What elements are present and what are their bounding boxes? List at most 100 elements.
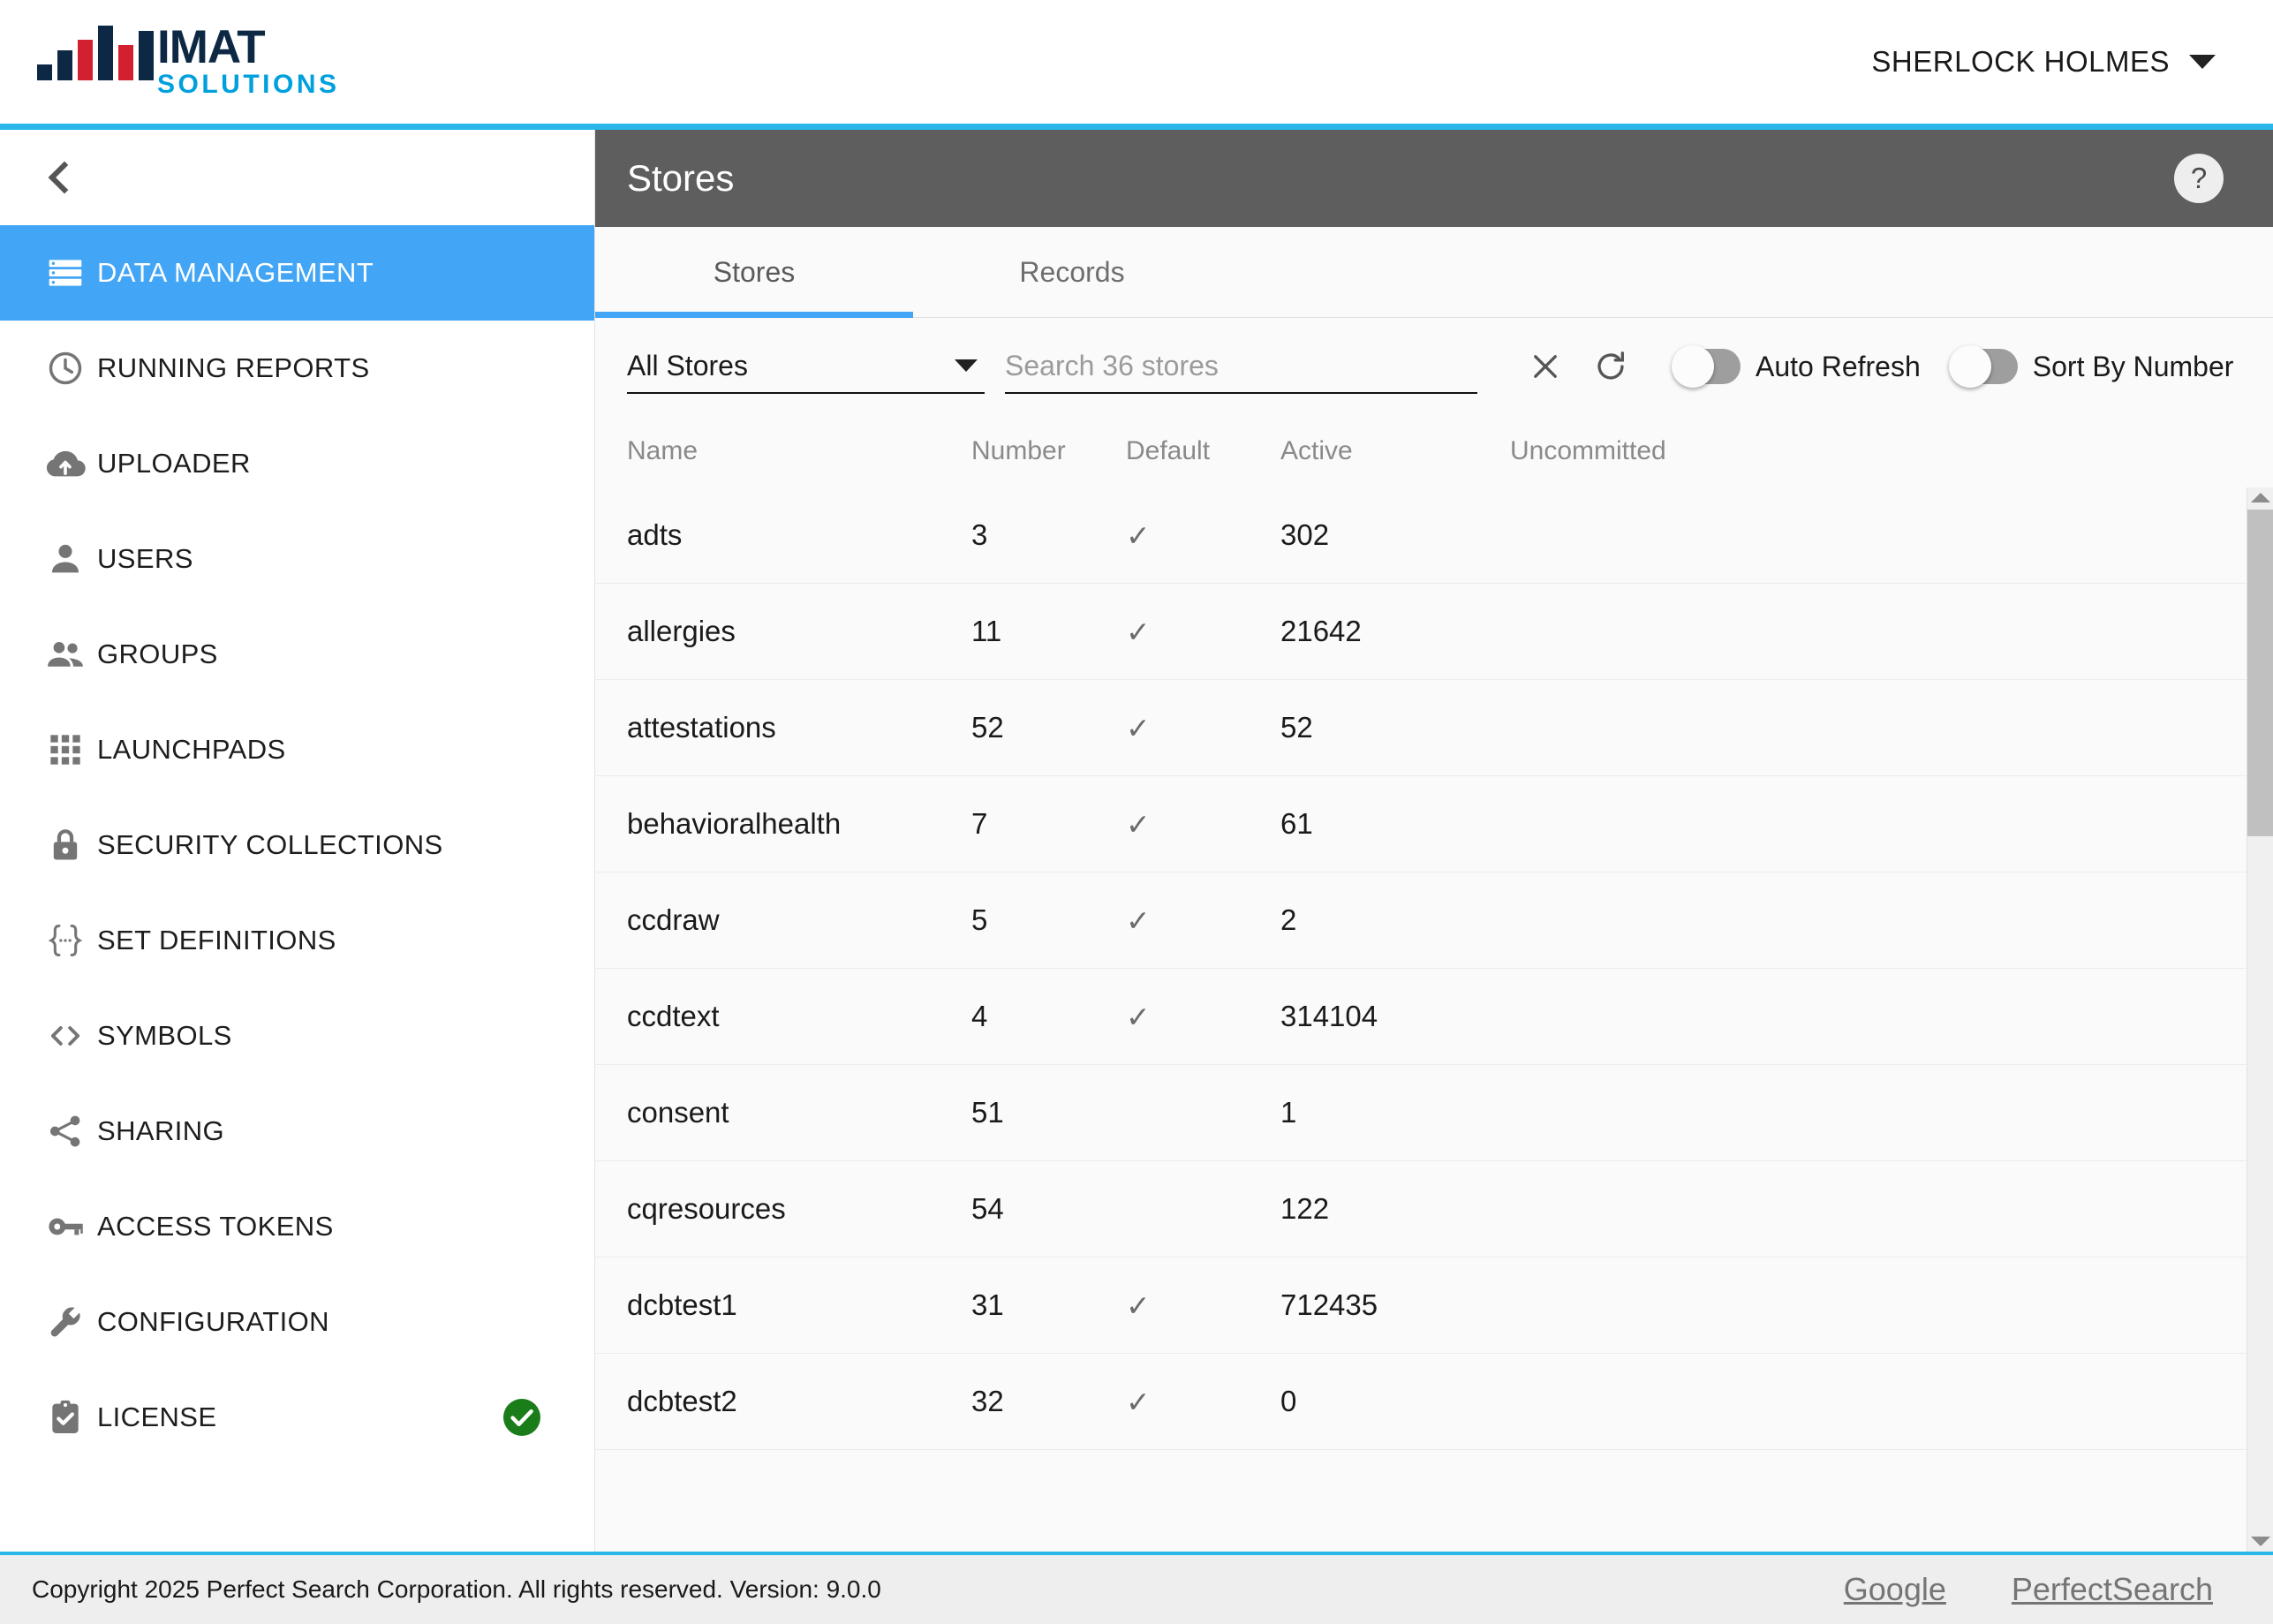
table-row[interactable]: ccdraw 5 ✓ 2 (595, 872, 2247, 969)
key-icon (34, 1206, 97, 1247)
checkmark-icon: ✓ (1126, 903, 1151, 937)
table-row[interactable]: dcbtest1 31 ✓ 712435 (595, 1258, 2247, 1354)
cell-default: ✓ (1126, 1000, 1280, 1034)
braces-icon (34, 920, 97, 961)
column-header-name[interactable]: Name (627, 436, 971, 466)
cell-active: 0 (1280, 1385, 1297, 1417)
sidebar-item-groups[interactable]: GROUPS (0, 607, 594, 702)
store-filter-select[interactable]: All Stores (627, 339, 985, 394)
bar-chart-logo-icon (37, 25, 154, 80)
table-header-row: Name Number Default Active Uncommitted (595, 415, 2273, 487)
sidebar-item-label: RUNNING REPORTS (97, 352, 370, 383)
sidebar-item-data-management[interactable]: DATA MANAGEMENT (0, 225, 594, 321)
grid-apps-icon (34, 732, 97, 767)
auto-refresh-toggle[interactable]: Auto Refresh (1672, 345, 1921, 388)
cell-active: 1 (1280, 1096, 1297, 1129)
footer-link-google[interactable]: Google (1844, 1571, 1946, 1608)
sidebar-item-symbols[interactable]: SYMBOLS (0, 988, 594, 1084)
filter-toolbar: All Stores Search 36 stores Auto Refresh… (595, 318, 2273, 415)
search-input[interactable] (1005, 349, 1477, 382)
caret-down-icon (955, 359, 978, 372)
cell-active: 52 (1280, 711, 1313, 744)
scroll-down-arrow-icon[interactable] (2250, 1537, 2270, 1546)
sidebar-item-configuration[interactable]: CONFIGURATION (0, 1274, 594, 1370)
cell-number: 4 (971, 1000, 988, 1032)
sidebar-item-security-collections[interactable]: SECURITY COLLECTIONS (0, 797, 594, 893)
table-row[interactable]: behavioralhealth 7 ✓ 61 (595, 776, 2247, 872)
sidebar-item-label: ACCESS TOKENS (97, 1211, 334, 1242)
cell-default: ✓ (1126, 518, 1280, 553)
table-scrollbar[interactable] (2247, 487, 2273, 1552)
sidebar-item-label: UPLOADER (97, 448, 251, 479)
sidebar-item-access-tokens[interactable]: ACCESS TOKENS (0, 1179, 594, 1274)
cloud-upload-icon (34, 443, 97, 484)
auto-refresh-label: Auto Refresh (1756, 350, 1921, 382)
sidebar-item-label: SECURITY COLLECTIONS (97, 829, 443, 860)
cell-active: 21642 (1280, 615, 1362, 647)
brand-name-secondary: SOLUTIONS (157, 69, 340, 99)
cell-default: ✓ (1126, 1288, 1280, 1323)
sidebar-item-license[interactable]: LICENSE (0, 1370, 594, 1465)
table-row[interactable]: ccdtext 4 ✓ 314104 (595, 969, 2247, 1065)
cell-number: 52 (971, 711, 1004, 744)
column-header-number[interactable]: Number (971, 436, 1126, 466)
cell-active: 302 (1280, 518, 1330, 551)
sidebar-item-label: USERS (97, 543, 193, 574)
scrollbar-track[interactable] (2247, 502, 2273, 1537)
sidebar-nav: DATA MANAGEMENT RUNNING REPORTS UPLOADER… (0, 130, 595, 1552)
sort-by-number-toggle[interactable]: Sort By Number (1948, 345, 2233, 388)
sidebar-item-uploader[interactable]: UPLOADER (0, 416, 594, 511)
user-menu[interactable]: SHERLOCK HOLMES (1871, 45, 2216, 79)
cell-name: ccdraw (627, 903, 720, 936)
sidebar-item-label: LICENSE (97, 1401, 217, 1432)
table-body-wrapper: adts 3 ✓ 302 allergies 11 ✓ 21642 attestations 52… (595, 487, 2273, 1552)
cell-name: dcbtest1 (627, 1288, 737, 1321)
column-header-active[interactable]: Active (1280, 436, 1510, 466)
chevron-left-icon (48, 161, 81, 194)
cell-active: 314104 (1280, 1000, 1378, 1032)
brand-logo[interactable]: IMAT SOLUTIONS (37, 23, 340, 99)
sidebar-item-launchpads[interactable]: LAUNCHPADS (0, 702, 594, 797)
cell-name: attestations (627, 711, 776, 744)
app-root: IMAT SOLUTIONS SHERLOCK HOLMES DATA MANA… (0, 0, 2273, 1624)
footer-link-perfectsearch[interactable]: PerfectSearch (2012, 1571, 2213, 1608)
cell-name: allergies (627, 615, 736, 647)
cell-number: 31 (971, 1288, 1004, 1321)
cell-default: ✓ (1126, 615, 1280, 649)
checkmark-icon: ✓ (1126, 1385, 1151, 1418)
lock-icon (34, 826, 97, 865)
table-row[interactable]: allergies 11 ✓ 21642 (595, 584, 2247, 680)
refresh-icon[interactable] (1578, 334, 1643, 399)
tab-stores[interactable]: Stores (595, 227, 913, 318)
sidebar-item-sharing[interactable]: SHARING (0, 1084, 594, 1179)
table-row[interactable]: attestations 52 ✓ 52 (595, 680, 2247, 776)
tab-records[interactable]: Records (913, 227, 1231, 317)
checkmark-icon: ✓ (1126, 518, 1151, 552)
sidebar-item-set-definitions[interactable]: SET DEFINITIONS (0, 893, 594, 988)
sidebar-item-label: DATA MANAGEMENT (97, 257, 374, 288)
sidebar-item-label: SHARING (97, 1115, 225, 1146)
checkmark-icon: ✓ (1126, 1000, 1151, 1033)
column-header-uncommitted[interactable]: Uncommitted (1510, 436, 1775, 466)
checkmark-icon: ✓ (1126, 1288, 1151, 1322)
help-question-icon[interactable]: ? (2174, 154, 2224, 203)
table-row[interactable]: adts 3 ✓ 302 (595, 487, 2247, 584)
sidebar-collapse-button[interactable] (0, 130, 594, 225)
cell-default: ✓ (1126, 1385, 1280, 1419)
table-row[interactable]: cqresources 54 122 (595, 1161, 2247, 1258)
scrollbar-thumb[interactable] (2247, 510, 2273, 836)
table-row[interactable]: dcbtest2 32 ✓ 0 (595, 1354, 2247, 1450)
checkmark-icon: ✓ (1126, 807, 1151, 841)
sidebar-item-running-reports[interactable]: RUNNING REPORTS (0, 321, 594, 416)
column-header-default[interactable]: Default (1126, 436, 1280, 466)
cell-active: 2 (1280, 903, 1297, 936)
toggle-knob (1672, 345, 1714, 388)
close-x-icon[interactable] (1513, 334, 1578, 399)
sidebar-item-users[interactable]: USERS (0, 511, 594, 607)
toggle-knob (1948, 345, 1991, 388)
page-header: Stores ? (595, 130, 2273, 227)
table-row[interactable]: consent 51 1 (595, 1065, 2247, 1161)
code-brackets-icon (34, 1016, 97, 1056)
sidebar-item-label: CONFIGURATION (97, 1306, 329, 1337)
scroll-up-arrow-icon[interactable] (2250, 493, 2270, 502)
